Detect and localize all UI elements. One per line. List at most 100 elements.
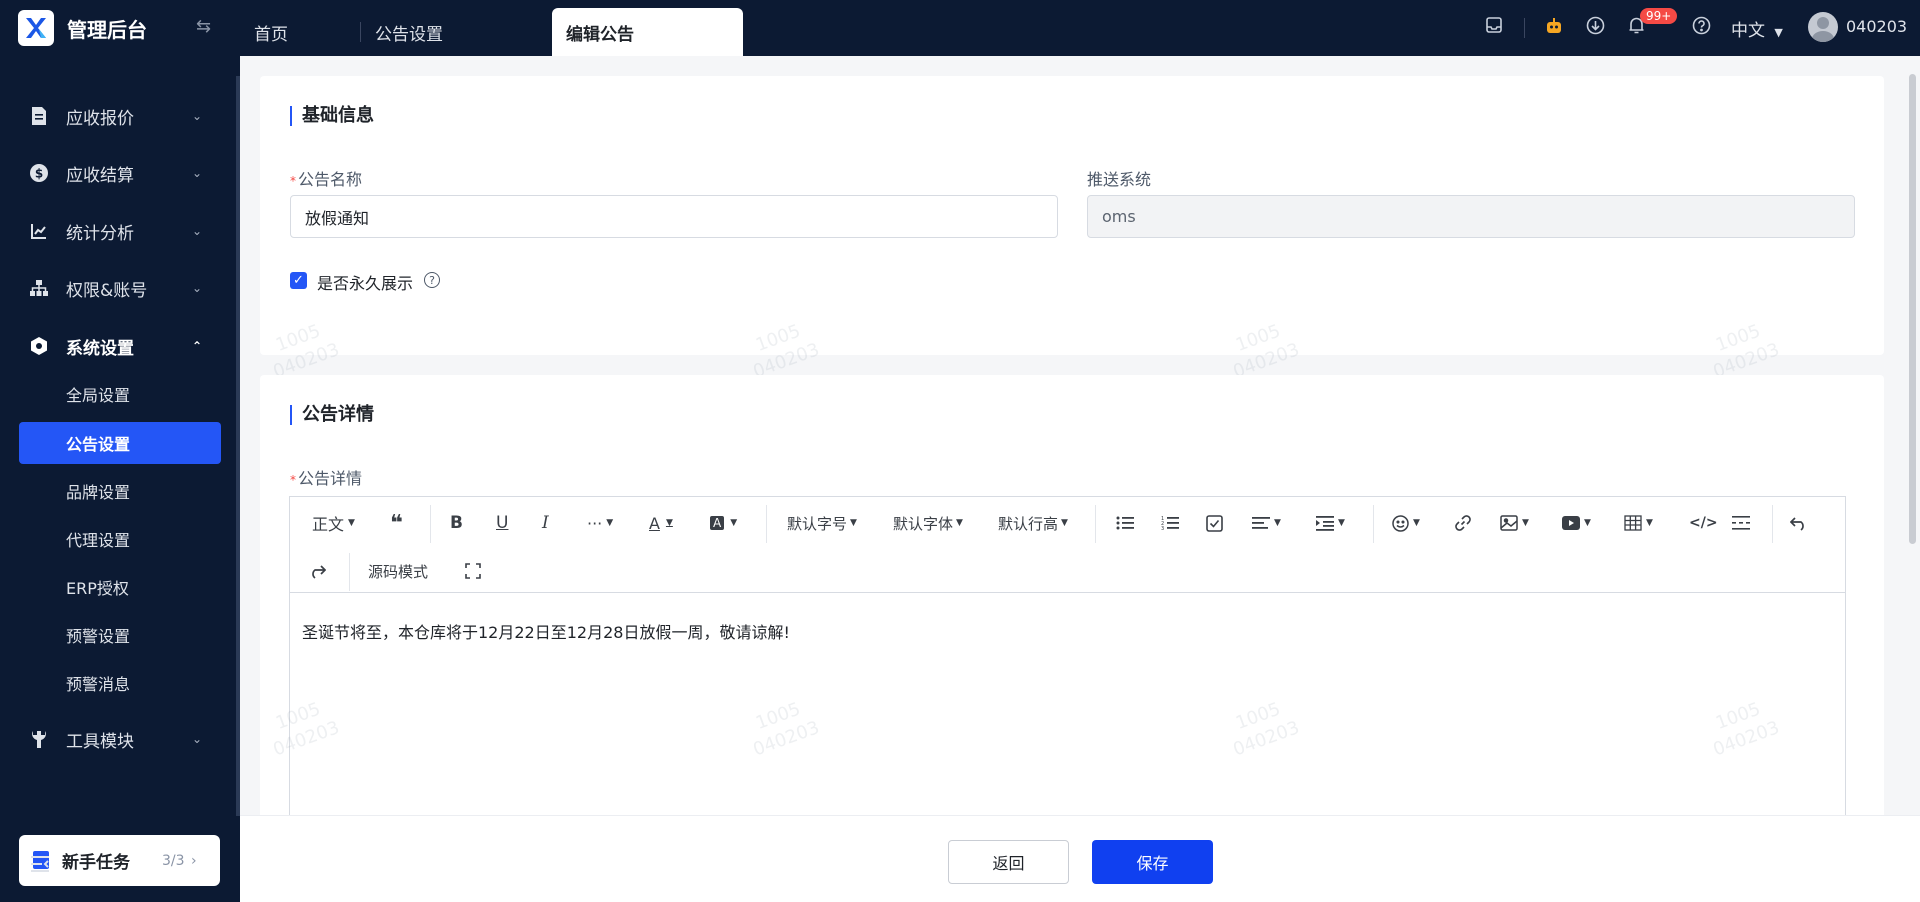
caret-down-icon: ▼ [348,518,355,528]
font-family-dropdown[interactable]: 默认字体 ▼ [893,511,963,535]
document-icon [28,105,50,127]
chevron-down-icon: ⌄ [192,281,203,295]
font-color-icon[interactable]: A ▼ [649,511,673,535]
help-circle-icon[interactable] [1692,16,1711,40]
app-logo[interactable] [18,10,54,46]
section-title-basic-info: 基础信息 [290,106,374,126]
sidebar-item-permissions[interactable]: 权限&账号 ⌄ [0,264,236,312]
paragraph-style-dropdown[interactable]: 正文 ▼ [312,511,355,535]
sidebar-subitem-agent-settings[interactable]: 代理设置 [19,518,221,560]
align-icon[interactable]: ▼ [1252,511,1281,535]
sidebar-item-label: 权限&账号 [66,280,148,301]
sidebar-item-system-settings[interactable]: 系统设置 ⌃ [0,322,236,370]
robot-icon[interactable] [1544,16,1564,41]
svg-text:3: 3 [1161,526,1164,531]
undo-icon[interactable] [1790,511,1808,535]
notice-name-label: * 公告名称 [290,170,363,189]
sidebar-item-label: 系统设置 [66,338,134,359]
divider-line-icon[interactable] [1732,511,1750,535]
sidebar-item-label: 统计分析 [66,223,134,244]
bold-icon[interactable]: B [450,511,463,535]
page-scrollbar[interactable] [1906,56,1920,815]
chevron-down-icon: ⌄ [192,109,203,123]
chevron-down-icon: ⌄ [192,732,203,746]
toolbar-divider [1373,505,1374,543]
username[interactable]: 040203 [1846,17,1907,36]
sidebar-subitem-alert-settings[interactable]: 预警设置 [19,614,221,656]
chevron-down-icon: ⌄ [192,224,203,238]
notice-name-input[interactable]: 放假通知 [290,195,1058,238]
menu-collapse-icon[interactable] [30,854,50,879]
quote-icon[interactable]: ❝ [390,511,403,536]
push-system-label: 推送系统 [1087,170,1152,189]
dollar-icon: $ [28,162,50,184]
sidebar-subitem-label: 预警设置 [66,627,131,646]
basic-info-card: 基础信息 * 公告名称 放假通知 推送系统 oms ✓ 是否永久展示 ? [260,76,1884,355]
question-mark-icon[interactable]: ? [424,272,440,288]
sidebar-item-receivable-settlement[interactable]: $ 应收结算 ⌄ [0,149,236,197]
tab-home[interactable]: 首页 [240,8,360,56]
code-icon[interactable]: </> [1689,511,1718,535]
line-height-dropdown[interactable]: 默认行高 ▼ [998,511,1068,535]
sidebar-item-label: 应收报价 [66,108,134,129]
language-label: 中文 [1731,21,1765,41]
sidebar-item-tools[interactable]: 工具模块 ⌄ [0,715,236,763]
sidebar-subitem-alert-messages[interactable]: 预警消息 [19,662,221,704]
sidebar-subitem-label: 公告设置 [66,435,131,454]
todo-checkbox-icon[interactable] [1206,511,1223,535]
toolbar-divider [430,505,431,543]
emoji-icon[interactable]: ▼ [1392,511,1420,535]
sidebar-subitem-brand-settings[interactable]: 品牌设置 [19,470,221,512]
toolbar-divider [1772,505,1773,543]
chart-icon [28,220,50,242]
sidebar-subitem-global-settings[interactable]: 全局设置 [19,373,221,415]
chevron-right-icon: › [191,852,197,869]
sidebar-subitem-erp-auth[interactable]: ERP授权 [19,566,221,608]
action-footer: 返回 保存 [240,815,1920,902]
indent-icon[interactable]: ▼ [1316,511,1345,535]
scrollbar-thumb[interactable] [1909,74,1916,544]
video-icon[interactable]: ▼ [1562,511,1591,535]
underline-icon[interactable]: U [496,511,508,535]
task-card-label: 新手任务 [62,853,130,873]
sidebar-subitem-notice-settings[interactable]: 公告设置 [19,422,221,464]
download-icon[interactable] [1586,16,1605,40]
org-chart-icon [28,277,50,299]
permanent-display-checkbox[interactable]: ✓ [290,272,307,289]
notice-name-value: 放假通知 [305,208,370,228]
wrench-icon [28,728,50,750]
task-card-count: 3/3 [162,852,185,869]
fullscreen-icon[interactable] [465,559,481,583]
table-icon[interactable]: ▼ [1624,511,1653,535]
link-icon[interactable] [1454,511,1472,535]
back-button[interactable]: 返回 [948,840,1069,884]
bullet-list-icon[interactable] [1116,511,1134,535]
sidebar-item-label: 工具模块 [66,731,134,752]
save-button[interactable]: 保存 [1092,840,1213,884]
notification-badge: 99+ [1640,8,1678,24]
background-color-icon[interactable]: A ▼ [710,511,737,535]
tab-label: 首页 [254,24,288,45]
source-mode-button[interactable]: 源码模式 [368,559,428,583]
editor-content[interactable]: 圣诞节将至，本仓库将于12月22日至12月28日放假一周，敬请谅解! [302,619,790,643]
language-selector[interactable]: 中文 ▼ [1731,16,1783,41]
image-icon[interactable]: ▼ [1500,511,1529,535]
redo-icon[interactable] [308,559,326,583]
tab-label: 公告设置 [375,24,443,45]
notice-details-label: * 公告详情 [290,469,363,488]
tab-edit-notice[interactable]: 编辑公告 [552,8,743,56]
tab-notice-settings[interactable]: 公告设置 [360,22,550,45]
sidebar: 应收报价 ⌄ $ 应收结算 ⌄ 统计分析 ⌄ 权限&账号 ⌄ 系统设置 ⌃ 全局… [0,56,240,902]
avatar[interactable] [1808,12,1838,42]
toolbar-divider [349,553,350,591]
sidebar-item-statistics[interactable]: 统计分析 ⌄ [0,207,236,255]
toolbar-divider [1095,505,1096,543]
more-formats-icon[interactable]: ··· ▼ [587,511,613,535]
font-size-dropdown[interactable]: 默认字号 ▼ [787,511,857,535]
swap-arrows-icon[interactable]: ⇆ [196,16,211,37]
inbox-icon[interactable] [1485,16,1503,39]
numbered-list-icon[interactable]: 123 [1161,511,1179,535]
italic-icon[interactable]: I [542,511,549,535]
sidebar-item-receivable-quote[interactable]: 应收报价 ⌄ [0,92,236,140]
sidebar-subitem-label: 预警消息 [66,675,131,694]
